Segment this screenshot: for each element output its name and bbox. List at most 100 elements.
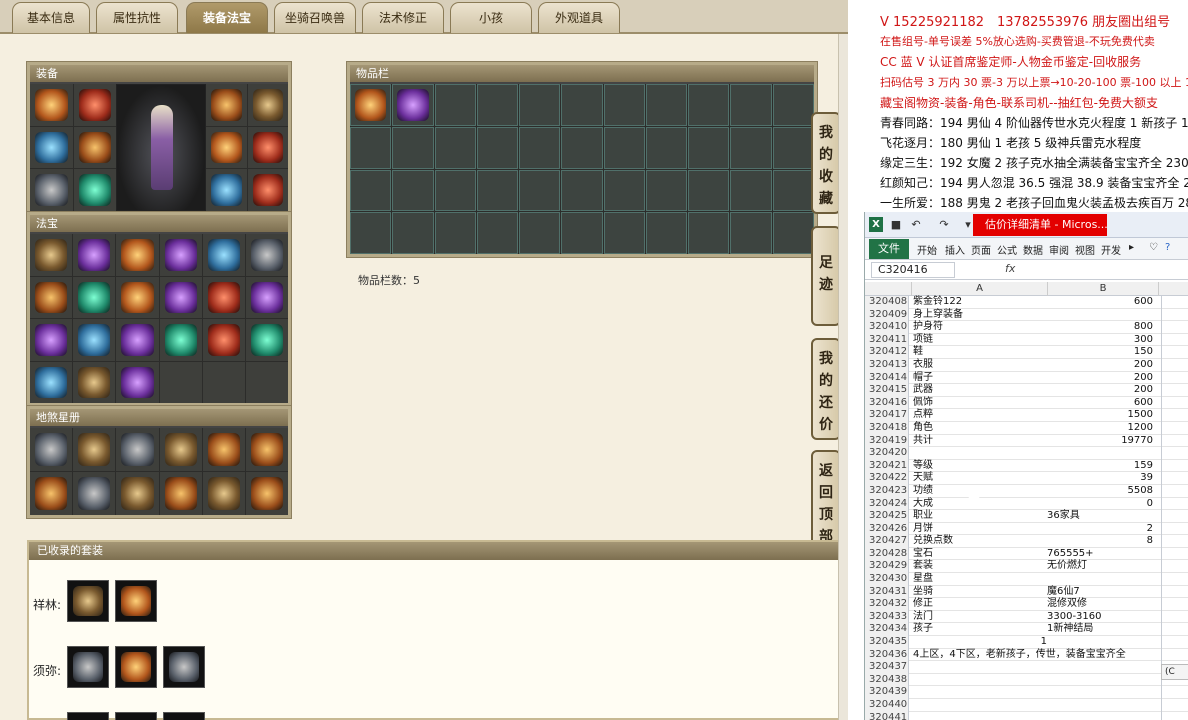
treasure-slot[interactable] (159, 234, 202, 276)
treasure-slot[interactable] (30, 361, 73, 403)
row-number[interactable]: 320425 (865, 510, 909, 523)
row-number[interactable]: 320436 (865, 648, 909, 662)
equip-slot-weapon[interactable] (30, 126, 73, 169)
set-item[interactable] (115, 712, 157, 720)
row-number[interactable]: 320430 (865, 573, 909, 586)
redo-icon[interactable]: ↷ (937, 218, 951, 232)
inventory-slot[interactable] (688, 84, 730, 126)
treasure-slot[interactable] (202, 319, 245, 361)
ribbon-tab-home[interactable]: 开始 (917, 242, 937, 257)
inventory-slot[interactable] (688, 212, 730, 254)
tab-equipment[interactable]: 装备法宝 (186, 2, 268, 33)
treasure-slot[interactable] (73, 319, 116, 361)
cell-a[interactable]: 共计 (913, 435, 1047, 448)
cell-a[interactable]: 身上穿装备 (913, 309, 1047, 322)
row-number[interactable]: 320437 (865, 661, 909, 674)
row-number[interactable]: 320409 (865, 308, 909, 322)
cell-b[interactable]: 1新神结局 (1047, 623, 1157, 636)
star-card[interactable] (30, 472, 73, 515)
cell-a[interactable]: 佩饰 (913, 397, 1047, 410)
set-item[interactable] (115, 646, 157, 688)
cell-b[interactable]: 魔6仙7 (1047, 586, 1157, 599)
inventory-slot[interactable] (772, 212, 814, 254)
cell-b[interactable]: 200 (1047, 384, 1157, 397)
set-item[interactable] (163, 712, 205, 720)
inventory-slot[interactable] (772, 126, 814, 169)
row-number[interactable]: 320438 (865, 673, 909, 687)
row-number[interactable]: 320418 (865, 421, 909, 435)
star-card[interactable] (245, 472, 288, 515)
cell-a[interactable]: 孩子 (913, 623, 1047, 636)
row-number[interactable]: 320413 (865, 358, 909, 372)
inventory-slot[interactable] (434, 169, 476, 212)
inventory-slot[interactable] (603, 212, 645, 254)
tab-children[interactable]: 小孩 (450, 2, 532, 33)
row-number[interactable]: 320422 (865, 472, 909, 485)
inventory-slot[interactable] (434, 212, 476, 254)
row-number[interactable]: 320420 (865, 447, 909, 460)
cell-b[interactable]: 200 (1047, 372, 1157, 385)
cell-a[interactable]: 大成 (913, 498, 1047, 511)
row-number[interactable]: 320427 (865, 535, 909, 548)
equip-slot-charm[interactable] (206, 169, 247, 211)
cell-b[interactable]: 600 (1047, 397, 1157, 410)
cell-b[interactable]: 19770 (1047, 435, 1157, 448)
star-card[interactable] (116, 428, 159, 471)
row-number[interactable]: 320415 (865, 384, 909, 397)
inventory-slot[interactable] (392, 212, 434, 254)
inventory-slot[interactable] (434, 84, 476, 126)
inventory-slot[interactable] (434, 126, 476, 169)
treasure-slot[interactable] (245, 234, 288, 276)
row-number[interactable]: 320426 (865, 522, 909, 536)
treasure-slot[interactable] (159, 276, 202, 318)
cell-a[interactable]: 星盘 (913, 573, 1047, 586)
cell-a[interactable]: 帽子 (913, 372, 1047, 385)
treasure-slot[interactable] (202, 276, 245, 318)
cell-b[interactable]: 39 (1047, 472, 1157, 485)
paste-options-icon[interactable]: (C (1161, 664, 1188, 680)
save-icon[interactable]: ■ (889, 218, 903, 232)
inventory-slot[interactable] (772, 169, 814, 212)
star-card[interactable] (159, 428, 202, 471)
row-number[interactable]: 320431 (865, 585, 909, 599)
row-number[interactable]: 320416 (865, 396, 909, 410)
equip-slot-helm[interactable] (73, 84, 116, 126)
inventory-slot[interactable] (476, 84, 519, 126)
cell-b[interactable]: 300 (1047, 334, 1157, 347)
inventory-slot[interactable] (350, 84, 392, 126)
row-number[interactable]: 320423 (865, 484, 909, 498)
treasure-slot[interactable] (30, 319, 73, 361)
column-header-b[interactable]: B (1047, 282, 1159, 296)
treasure-slot[interactable] (73, 361, 116, 403)
inventory-slot[interactable] (350, 169, 392, 212)
cell-b[interactable]: 765555+ (1047, 548, 1157, 561)
inventory-slot[interactable] (772, 84, 814, 126)
row-number[interactable]: 320424 (865, 497, 909, 511)
treasure-slot[interactable] (73, 234, 116, 276)
ribbon-collapse-icon[interactable]: ♡ (1149, 242, 1158, 253)
cell-b[interactable]: 800 (1047, 321, 1157, 334)
ribbon-tab-formula[interactable]: 公式 (997, 242, 1017, 257)
cell-a[interactable]: 4上区，4下区，老新孩子，传世，装备宝宝齐全 (913, 649, 1126, 662)
treasure-slot[interactable] (116, 234, 159, 276)
inventory-slot[interactable] (561, 84, 603, 126)
fx-icon[interactable]: fx (1005, 262, 1015, 275)
inventory-slot[interactable] (519, 212, 561, 254)
cell-b[interactable]: 1200 (1047, 422, 1157, 435)
tab-mounts[interactable]: 坐骑召唤兽 (274, 2, 356, 33)
cell-b[interactable]: 200 (1047, 359, 1157, 372)
cell-a[interactable]: 项链 (913, 334, 1047, 347)
ribbon-tab-view[interactable]: 视图 (1075, 242, 1095, 257)
cell-b[interactable]: 150 (1047, 346, 1157, 359)
inventory-slot[interactable] (392, 84, 434, 126)
row-number[interactable]: 320408 (865, 296, 909, 309)
row-number[interactable]: 320433 (865, 610, 909, 624)
cell-b[interactable]: 36家具 (1047, 510, 1157, 523)
treasure-slot[interactable] (202, 234, 245, 276)
inventory-slot[interactable] (730, 212, 772, 254)
cell-a[interactable]: 法门 (913, 611, 1047, 624)
cell-a[interactable]: 宝石 (913, 548, 1047, 561)
equip-slot-necklace[interactable] (30, 169, 73, 211)
page-scrollbar[interactable] (838, 34, 848, 720)
inventory-slot[interactable] (561, 126, 603, 169)
